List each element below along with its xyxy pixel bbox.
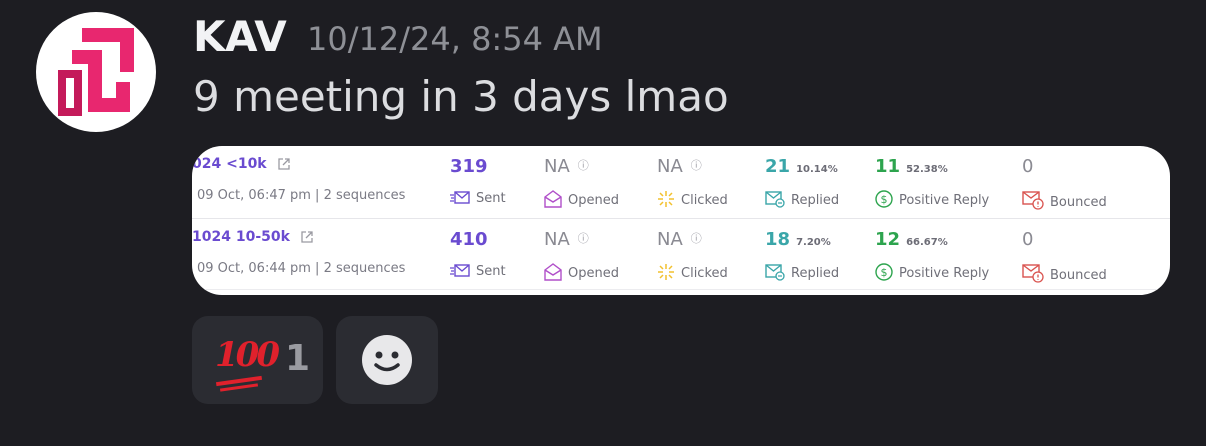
bounced-mail-icon bbox=[1022, 191, 1044, 210]
bounced-label: Bounced bbox=[1050, 195, 1107, 210]
author-name[interactable]: KAV bbox=[193, 12, 287, 61]
sent-value: 410 bbox=[450, 229, 488, 250]
clicked-label: Clicked bbox=[681, 193, 728, 208]
replied-percent: 10.14% bbox=[796, 164, 838, 175]
click-sparkle-icon bbox=[658, 264, 674, 280]
add-reaction-button[interactable] bbox=[336, 316, 438, 404]
opened-value: NA bbox=[544, 156, 570, 177]
dollar-circle-icon: $ bbox=[875, 263, 893, 281]
image-attachment[interactable]: 024 <10k 09 Oct, 06:47 pm | 2 sequences … bbox=[192, 146, 1170, 295]
campaign-name[interactable]: 1024 10-50k bbox=[192, 229, 313, 245]
replied-label: Replied bbox=[791, 266, 840, 281]
reaction-count: 1 bbox=[285, 338, 311, 379]
positive-label: Positive Reply bbox=[899, 266, 990, 281]
reply-mail-icon bbox=[765, 191, 785, 208]
row-divider bbox=[192, 289, 1170, 290]
clicked-label: Clicked bbox=[681, 266, 728, 281]
reply-mail-icon bbox=[765, 264, 785, 281]
sent-label: Sent bbox=[476, 191, 506, 206]
bounced-value: 0 bbox=[1022, 156, 1034, 177]
campaign-row: 024 <10k 09 Oct, 06:47 pm | 2 sequences … bbox=[192, 146, 1170, 218]
send-mail-icon bbox=[450, 264, 470, 277]
external-link-icon bbox=[301, 231, 313, 243]
campaign-name[interactable]: 024 <10k bbox=[192, 156, 290, 172]
opened-label: Opened bbox=[568, 266, 619, 281]
replied-percent: 7.20% bbox=[796, 237, 831, 248]
info-icon[interactable]: ⓘ bbox=[691, 159, 702, 172]
opened-label: Opened bbox=[568, 193, 619, 208]
bounced-label: Bounced bbox=[1050, 268, 1107, 283]
message-timestamp: 10/12/24, 8:54 AM bbox=[307, 20, 603, 58]
info-icon[interactable]: ⓘ bbox=[578, 232, 589, 245]
positive-value: 12 bbox=[875, 229, 901, 250]
replied-label: Replied bbox=[791, 193, 840, 208]
svg-text:$: $ bbox=[881, 266, 888, 279]
clicked-value: NA bbox=[657, 229, 683, 250]
open-mail-icon bbox=[544, 190, 562, 208]
add-reaction-smiley-icon bbox=[362, 335, 412, 385]
dollar-circle-icon: $ bbox=[875, 190, 893, 208]
click-sparkle-icon bbox=[658, 191, 674, 207]
campaign-meta: 09 Oct, 06:44 pm | 2 sequences bbox=[197, 261, 406, 276]
message-text: 9 meeting in 3 days lmao bbox=[193, 72, 729, 121]
user-avatar[interactable] bbox=[36, 12, 156, 132]
positive-percent: 52.38% bbox=[906, 164, 948, 175]
send-mail-icon bbox=[450, 191, 470, 204]
info-icon[interactable]: ⓘ bbox=[578, 159, 589, 172]
hundred-points-emoji-icon: 100 bbox=[215, 335, 280, 375]
positive-value: 11 bbox=[875, 156, 901, 177]
bounced-value: 0 bbox=[1022, 229, 1034, 250]
opened-value: NA bbox=[544, 229, 570, 250]
positive-label: Positive Reply bbox=[899, 193, 990, 208]
svg-text:$: $ bbox=[881, 193, 888, 206]
pink-logo-icon bbox=[58, 28, 134, 116]
sent-value: 319 bbox=[450, 156, 488, 177]
clicked-value: NA bbox=[657, 156, 683, 177]
info-icon[interactable]: ⓘ bbox=[691, 232, 702, 245]
campaign-name-text: 024 <10k bbox=[192, 156, 267, 172]
sent-label: Sent bbox=[476, 264, 506, 279]
open-mail-icon bbox=[544, 263, 562, 281]
positive-percent: 66.67% bbox=[906, 237, 948, 248]
external-link-icon bbox=[277, 158, 290, 170]
replied-value: 18 bbox=[765, 229, 791, 250]
bounced-mail-icon bbox=[1022, 264, 1044, 283]
campaign-name-text: 1024 10-50k bbox=[192, 229, 290, 245]
replied-value: 21 bbox=[765, 156, 791, 177]
campaign-meta: 09 Oct, 06:47 pm | 2 sequences bbox=[197, 188, 406, 203]
campaign-row: 1024 10-50k 09 Oct, 06:44 pm | 2 sequenc… bbox=[192, 218, 1170, 291]
